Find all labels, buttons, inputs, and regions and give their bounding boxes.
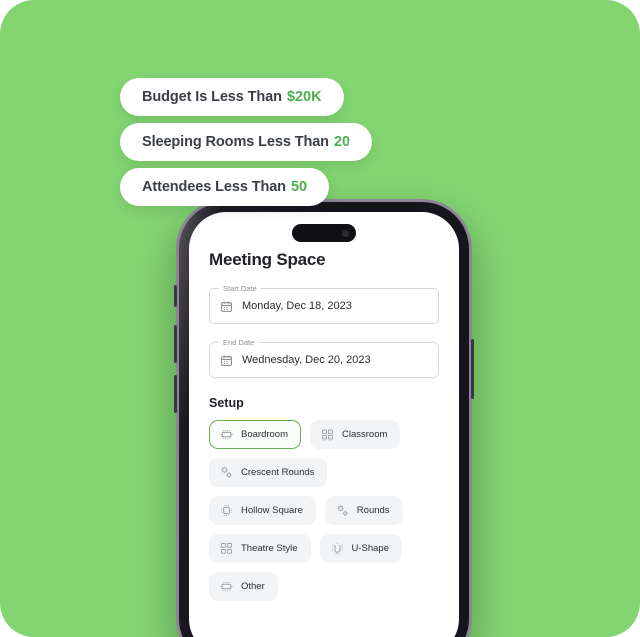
setup-option-label: U-Shape xyxy=(351,543,390,554)
condition-operator: & xyxy=(320,86,333,105)
phone-silent-switch[interactable] xyxy=(174,285,177,307)
condition-label: Budget Is Less Than xyxy=(142,89,282,105)
start-date-value: Monday, Dec 18, 2023 xyxy=(242,300,352,312)
screenshot-canvas: Meeting Space Start Date Monday, Dec 18,… xyxy=(0,0,640,637)
front-camera-icon xyxy=(342,229,349,237)
setup-option-label: Other xyxy=(241,581,265,592)
end-date-field[interactable]: End Date Wednesday, Dec 20, 2023 xyxy=(209,337,439,378)
setup-option-label: Rounds xyxy=(356,505,390,516)
start-date-label: Start Date xyxy=(219,283,261,294)
setup-option-classroom[interactable]: Classroom xyxy=(310,420,401,449)
condition-label: Sleeping Rooms Less Than xyxy=(142,134,329,150)
dynamic-island xyxy=(292,224,356,242)
boardroom-icon xyxy=(219,427,234,442)
condition-pill-sleeping-rooms[interactable]: Sleeping Rooms Less Than 20 xyxy=(120,123,373,161)
setup-row: Theatre Style U-Shape xyxy=(209,534,439,563)
setup-option-hollow-square[interactable]: Hollow Square xyxy=(209,496,316,525)
rounds-icon xyxy=(335,503,350,518)
phone-volume-up-button[interactable] xyxy=(174,325,177,363)
setup-option-label: Boardroom xyxy=(241,429,288,440)
setup-row: Other xyxy=(209,572,439,601)
condition-operator: & xyxy=(348,131,361,150)
setup-row: Hollow Square Rounds xyxy=(209,496,439,525)
condition-label: Attendees Less Than xyxy=(142,179,286,195)
setup-option-other[interactable]: Other xyxy=(209,572,278,601)
setup-option-theatre-style[interactable]: Theatre Style xyxy=(209,534,311,563)
start-date-field[interactable]: Start Date Monday, Dec 18, 2023 xyxy=(209,283,439,324)
calendar-icon xyxy=(220,354,233,367)
setup-option-label: Theatre Style xyxy=(241,543,298,554)
condition-value: 50 xyxy=(290,179,308,195)
calendar-icon xyxy=(220,300,233,313)
condition-pill-attendees[interactable]: Attendees Less Than 50 xyxy=(120,168,330,206)
classroom-icon xyxy=(320,427,335,442)
setup-option-boardroom[interactable]: Boardroom xyxy=(209,420,301,449)
page-title: Meeting Space xyxy=(209,250,326,269)
setup-option-label: Crescent Rounds xyxy=(241,467,315,478)
phone-volume-down-button[interactable] xyxy=(174,375,177,413)
condition-pill-budget[interactable]: Budget Is Less Than $20K xyxy=(120,78,344,116)
setup-option-rounds[interactable]: Rounds xyxy=(324,496,403,525)
crescent-rounds-icon xyxy=(219,465,234,480)
setup-option-crescent-rounds[interactable]: Crescent Rounds xyxy=(209,458,328,487)
other-icon xyxy=(219,579,234,594)
condition-value: $20K xyxy=(286,89,322,105)
setup-row: Crescent Rounds xyxy=(209,458,439,487)
setup-options-list: Boardroom Classroom Crescent Rounds Holl… xyxy=(209,420,439,601)
phone-mockup: Meeting Space Start Date Monday, Dec 18,… xyxy=(174,199,474,637)
end-date-label: End Date xyxy=(219,337,259,348)
setup-option-label: Hollow Square xyxy=(241,505,303,516)
setup-section-title: Setup xyxy=(209,396,244,410)
hollow-square-icon xyxy=(219,503,234,518)
setup-option-label: Classroom xyxy=(342,429,388,440)
setup-row: Boardroom Classroom xyxy=(209,420,439,449)
phone-power-button[interactable] xyxy=(471,339,474,399)
setup-option-u-shape[interactable]: U-Shape xyxy=(319,534,402,563)
theatre-style-icon xyxy=(219,541,234,556)
end-date-value: Wednesday, Dec 20, 2023 xyxy=(242,354,371,366)
app-content: Meeting Space Start Date Monday, Dec 18,… xyxy=(189,212,459,601)
u-shape-icon xyxy=(330,541,345,556)
phone-screen: Meeting Space Start Date Monday, Dec 18,… xyxy=(189,212,459,637)
